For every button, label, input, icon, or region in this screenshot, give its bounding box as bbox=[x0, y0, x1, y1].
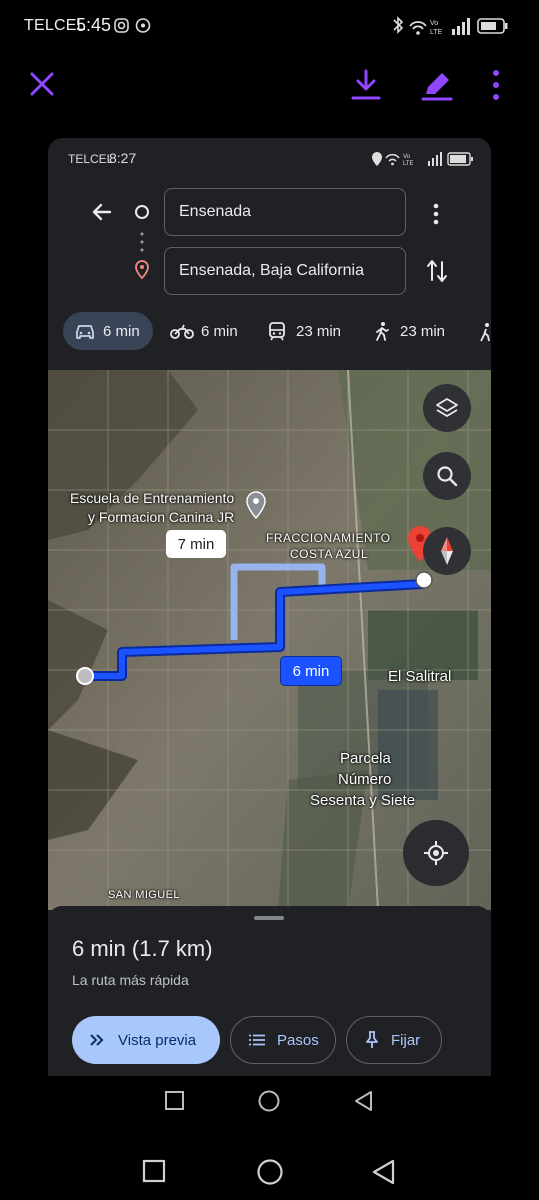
viewer-toolbar bbox=[0, 52, 539, 122]
more-options-icon[interactable] bbox=[432, 202, 440, 226]
svg-text:Vo: Vo bbox=[430, 20, 438, 27]
pushpin-icon bbox=[366, 1031, 378, 1048]
inner-carrier-label: TELCEL bbox=[68, 152, 114, 166]
travel-mode-bar: 6 min 6 min 23 min 23 min bbox=[48, 308, 491, 352]
mode-transit-label: 23 min bbox=[296, 322, 342, 340]
main-route-time: 6 min bbox=[292, 662, 330, 680]
pin-button[interactable]: Fijar bbox=[346, 1016, 442, 1064]
mode-driving[interactable]: 6 min bbox=[63, 312, 153, 350]
back-button-icon[interactable] bbox=[370, 1158, 396, 1186]
more-modes-icon[interactable] bbox=[478, 322, 491, 342]
alt-route-time-chip[interactable]: 7 min bbox=[166, 530, 226, 558]
mode-transit[interactable]: 23 min bbox=[268, 312, 368, 350]
download-icon[interactable] bbox=[350, 68, 382, 102]
mode-walking-label: 23 min bbox=[400, 322, 446, 340]
edit-icon[interactable] bbox=[420, 68, 454, 102]
layers-icon bbox=[436, 398, 458, 417]
walk-icon bbox=[376, 322, 389, 341]
motorcycle-icon bbox=[170, 324, 194, 339]
alt-route-time: 7 min bbox=[177, 535, 215, 553]
origin-circle-icon bbox=[135, 205, 149, 219]
car-icon bbox=[76, 325, 94, 339]
navigation-bars bbox=[0, 1076, 539, 1200]
inner-status-icons: Vo LTE bbox=[372, 152, 473, 167]
clock: 5:45 bbox=[76, 15, 112, 35]
list-icon bbox=[249, 1034, 265, 1046]
swap-icon[interactable] bbox=[426, 258, 448, 284]
more-vert-icon[interactable] bbox=[489, 68, 503, 102]
recents-button-icon[interactable] bbox=[142, 1159, 166, 1183]
svg-text:LTE: LTE bbox=[403, 161, 414, 167]
origin-value: Ensenada bbox=[179, 203, 252, 220]
route-subtitle: La ruta más rápida bbox=[72, 972, 189, 988]
mode-motorcycle[interactable]: 6 min bbox=[170, 312, 250, 350]
my-location-button[interactable] bbox=[403, 820, 469, 886]
compass-button[interactable] bbox=[423, 527, 471, 575]
poi-label-line2: y Formacion Canina JR bbox=[88, 509, 235, 525]
inner-home-icon bbox=[258, 1090, 280, 1112]
transit-icon bbox=[269, 322, 285, 341]
svg-text:Vo: Vo bbox=[403, 154, 411, 160]
inner-recents-icon bbox=[165, 1091, 184, 1110]
my-location-icon bbox=[424, 841, 448, 865]
home-button-icon[interactable] bbox=[256, 1158, 284, 1186]
map-search-button[interactable] bbox=[423, 452, 471, 500]
destination-input[interactable]: Ensenada, Baja California bbox=[164, 247, 406, 295]
layers-button[interactable] bbox=[423, 384, 471, 432]
status-system-icons: Vo LTE bbox=[393, 16, 508, 36]
inner-back-icon bbox=[355, 1091, 372, 1111]
parcela-label-line3: Sesenta y Siete bbox=[310, 792, 416, 809]
destination-value: Ensenada, Baja California bbox=[179, 262, 365, 279]
neighborhood-label-line2: COSTA AZUL bbox=[290, 547, 369, 561]
san-miguel-label: SAN MIGUEL bbox=[108, 889, 180, 901]
close-icon[interactable] bbox=[28, 70, 56, 98]
preview-label: Vista previa bbox=[118, 1031, 197, 1049]
outer-status-bar: TELCEL 5:45 Vo LTE bbox=[0, 0, 539, 52]
search-icon bbox=[437, 466, 458, 487]
parcela-label-line1: Parcela bbox=[340, 750, 391, 767]
parcela-label-line2: Número bbox=[338, 771, 392, 788]
origin-input[interactable]: Ensenada bbox=[164, 188, 406, 236]
drag-handle[interactable] bbox=[254, 916, 284, 920]
status-app-icons bbox=[114, 18, 151, 33]
mode-walking[interactable]: 23 min bbox=[374, 312, 474, 350]
map-view[interactable]: Escuela de Entrenamiento y Formacion Can… bbox=[48, 370, 491, 910]
steps-button[interactable]: Pasos bbox=[230, 1016, 336, 1064]
mode-driving-label: 6 min bbox=[103, 322, 140, 340]
mode-motorcycle-label: 6 min bbox=[201, 322, 238, 340]
inner-clock: 8:27 bbox=[109, 150, 137, 166]
maps-screenshot: TELCEL 8:27 Vo LTE Ensenada Ensenada, Ba… bbox=[48, 138, 491, 1076]
destination-pin-icon bbox=[135, 260, 149, 280]
route-dots-icon bbox=[140, 232, 144, 252]
double-chevron-icon bbox=[90, 1034, 104, 1046]
compass-icon bbox=[441, 537, 453, 565]
inner-status-bar: TELCEL 8:27 Vo LTE bbox=[48, 138, 491, 178]
svg-text:LTE: LTE bbox=[430, 29, 443, 36]
back-arrow-icon[interactable] bbox=[90, 200, 114, 224]
main-route-time-chip[interactable]: 6 min bbox=[280, 656, 342, 686]
steps-label: Pasos bbox=[277, 1031, 319, 1049]
poi-label-line1: Escuela de Entrenamiento bbox=[70, 490, 235, 506]
pin-label: Fijar bbox=[391, 1031, 421, 1049]
place-label-salitral: El Salitral bbox=[388, 668, 452, 685]
route-duration: 6 min (1.7 km) bbox=[72, 936, 213, 961]
route-summary-sheet: 6 min (1.7 km) La ruta más rápida Vista … bbox=[48, 906, 491, 1076]
neighborhood-label-line1: FRACCIONAMIENTO bbox=[266, 531, 391, 545]
preview-button[interactable]: Vista previa bbox=[72, 1016, 220, 1064]
